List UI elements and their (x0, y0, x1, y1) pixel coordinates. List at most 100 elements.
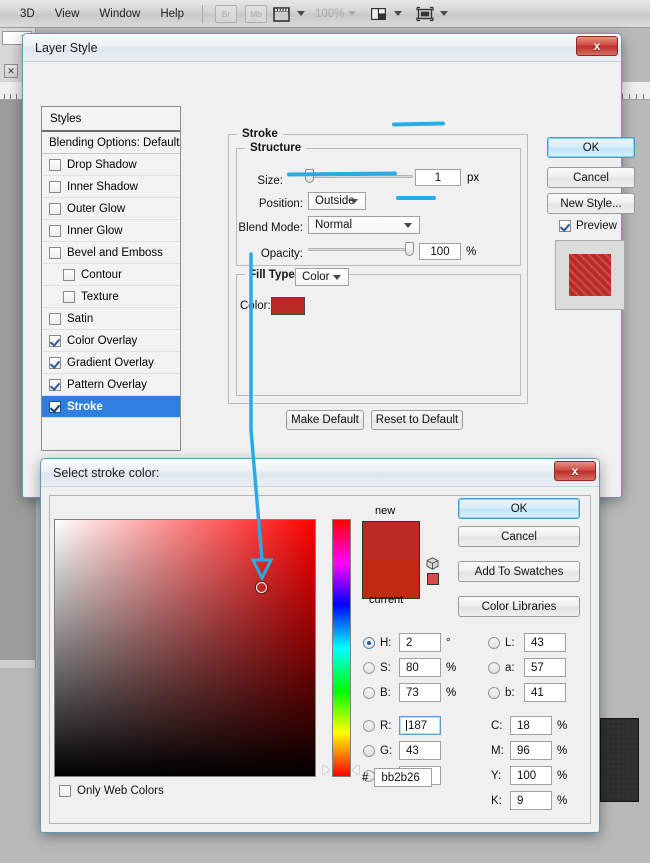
only-web-colors-checkbox[interactable] (59, 785, 71, 797)
add-to-swatches-button[interactable]: Add To Swatches (458, 561, 580, 582)
style-row-pattern-overlay[interactable]: Pattern Overlay (42, 374, 180, 396)
size-slider[interactable] (305, 168, 413, 184)
position-select[interactable]: Outside (308, 192, 366, 210)
hue-input[interactable]: 2 (399, 633, 441, 652)
view-extras-icon[interactable] (273, 6, 291, 22)
rgb-r-row[interactable]: R: 187 (363, 716, 441, 735)
fill-type-chevron-down-icon[interactable] (333, 275, 341, 280)
cmyk-c-input[interactable]: 18 (510, 716, 552, 735)
brightness-radio[interactable] (363, 687, 375, 699)
style-row-texture[interactable]: Texture (42, 286, 180, 308)
cmyk-m-input[interactable]: 96 (510, 741, 552, 760)
rgb-r-input[interactable]: 187 (399, 716, 441, 735)
rgb-r-radio[interactable] (363, 720, 375, 732)
opacity-slider[interactable] (308, 241, 416, 257)
lab-a-row[interactable]: a: 57 (488, 658, 566, 677)
style-checkbox[interactable] (49, 313, 61, 325)
rgb-g-radio[interactable] (363, 745, 375, 757)
style-checkbox[interactable] (63, 291, 75, 303)
current-color-swatch[interactable] (363, 559, 419, 598)
blend-mode-select[interactable]: Normal (308, 216, 420, 234)
hue-slider-right-arrow-icon[interactable] (352, 765, 359, 775)
brightness-input[interactable]: 73 (399, 683, 441, 702)
color-picker-cancel-button[interactable]: Cancel (458, 526, 580, 547)
new-style-button[interactable]: New Style... (547, 193, 635, 214)
saturation-radio[interactable] (363, 662, 375, 674)
preview-checkbox-row[interactable]: Preview (559, 220, 617, 232)
reset-to-default-button[interactable]: Reset to Default (371, 410, 463, 430)
bridge-icon[interactable]: Br (215, 5, 237, 23)
make-default-button[interactable]: Make Default (286, 410, 364, 430)
hue-radio[interactable] (363, 637, 375, 649)
arrange-chevron-down-icon[interactable] (394, 11, 402, 16)
cmyk-k-input[interactable]: 9 (510, 791, 552, 810)
menu-item-window[interactable]: Window (89, 5, 150, 23)
style-checkbox[interactable] (63, 269, 75, 281)
opacity-input[interactable]: 100 (419, 243, 461, 260)
stroke-color-swatch[interactable] (271, 297, 305, 315)
only-web-colors-row[interactable]: Only Web Colors (59, 785, 164, 797)
style-checkbox[interactable] (49, 357, 61, 369)
cmyk-y-row[interactable]: Y: 100 % (491, 766, 567, 785)
mini-bridge-icon[interactable]: Mb (245, 5, 267, 23)
style-checkbox[interactable] (49, 159, 61, 171)
hex-input[interactable]: bb2b26 (374, 768, 432, 787)
layer-style-ok-button[interactable]: OK (547, 137, 635, 158)
background-panel-close-icon[interactable]: ✕ (4, 64, 18, 78)
style-checkbox[interactable] (49, 225, 61, 237)
lab-l-input[interactable]: 43 (524, 633, 566, 652)
style-checkbox[interactable] (49, 401, 61, 413)
lab-b-radio[interactable] (488, 687, 500, 699)
style-checkbox[interactable] (49, 335, 61, 347)
view-extras-chevron-down-icon[interactable] (297, 11, 305, 16)
lab-l-row[interactable]: L: 43 (488, 633, 566, 652)
hsb-hue-row[interactable]: H: 2 ° (363, 633, 451, 652)
saturation-value-field[interactable] (54, 519, 316, 777)
color-libraries-button[interactable]: Color Libraries (458, 596, 580, 617)
hex-row[interactable]: # bb2b26 (362, 768, 432, 787)
style-checkbox[interactable] (49, 247, 61, 259)
lab-b-row[interactable]: b: 41 (488, 683, 566, 702)
preview-checkbox[interactable] (559, 220, 571, 232)
style-checkbox[interactable] (49, 181, 61, 193)
style-row-inner-shadow[interactable]: Inner Shadow (42, 176, 180, 198)
cmyk-m-row[interactable]: M: 96 % (491, 741, 567, 760)
layer-style-close-icon[interactable]: x (576, 36, 618, 56)
cmyk-k-row[interactable]: K: 9 % (491, 791, 567, 810)
menu-item-view[interactable]: View (45, 5, 90, 23)
size-input[interactable]: 1 (415, 169, 461, 186)
style-row-outer-glow[interactable]: Outer Glow (42, 198, 180, 220)
hue-slider[interactable] (332, 519, 351, 777)
screen-mode-chevron-down-icon[interactable] (440, 11, 448, 16)
fill-type-select[interactable]: Color (295, 268, 349, 286)
saturation-input[interactable]: 80 (399, 658, 441, 677)
hsb-saturation-row[interactable]: S: 80 % (363, 658, 456, 677)
menu-item-3d[interactable]: 3D (10, 5, 45, 23)
style-row-gradient-overlay[interactable]: Gradient Overlay (42, 352, 180, 374)
color-picker-close-icon[interactable]: x (554, 461, 596, 481)
style-row-blending-options[interactable]: Blending Options: Default (42, 132, 180, 154)
lab-l-radio[interactable] (488, 637, 500, 649)
style-row-satin[interactable]: Satin (42, 308, 180, 330)
hue-slider-left-arrow-icon[interactable] (323, 765, 330, 775)
style-checkbox[interactable] (49, 203, 61, 215)
menu-item-help[interactable]: Help (150, 5, 194, 23)
cmyk-y-input[interactable]: 100 (510, 766, 552, 785)
style-row-stroke[interactable]: Stroke (42, 396, 180, 418)
style-row-inner-glow[interactable]: Inner Glow (42, 220, 180, 242)
lab-a-radio[interactable] (488, 662, 500, 674)
style-checkbox[interactable] (49, 379, 61, 391)
rgb-g-row[interactable]: G: 43 (363, 741, 441, 760)
blend-mode-chevron-down-icon[interactable] (404, 223, 412, 228)
out-of-gamut-color-swatch[interactable] (427, 573, 439, 585)
lab-b-input[interactable]: 41 (524, 683, 566, 702)
layer-style-cancel-button[interactable]: Cancel (547, 167, 635, 188)
screen-mode-icon[interactable] (416, 6, 434, 22)
style-row-contour[interactable]: Contour (42, 264, 180, 286)
hsb-brightness-row[interactable]: B: 73 % (363, 683, 456, 702)
color-picker-cursor[interactable] (256, 582, 267, 593)
style-row-color-overlay[interactable]: Color Overlay (42, 330, 180, 352)
style-row-drop-shadow[interactable]: Drop Shadow (42, 154, 180, 176)
color-picker-titlebar[interactable]: Select stroke color: x (41, 459, 599, 487)
layer-style-titlebar[interactable]: Layer Style x (23, 34, 621, 62)
